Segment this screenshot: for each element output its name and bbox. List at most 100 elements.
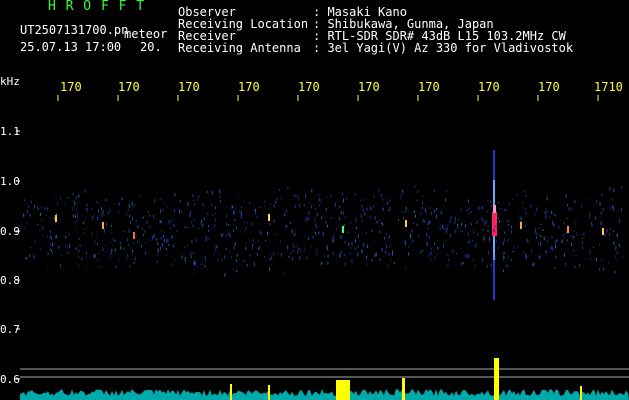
noise-dot xyxy=(365,232,367,234)
noise-dot xyxy=(576,233,578,237)
noise-dot xyxy=(195,239,197,242)
noise-dot xyxy=(330,228,332,230)
noise-dot xyxy=(405,239,407,243)
noise-dot xyxy=(312,236,314,239)
noise-dot xyxy=(320,199,322,203)
noise-dot xyxy=(616,251,618,255)
noise-dot xyxy=(446,227,448,230)
noise-dot xyxy=(226,206,227,208)
noise-dot xyxy=(254,208,256,213)
noise-dot xyxy=(490,264,492,267)
noise-dot xyxy=(493,229,495,233)
noise-dot xyxy=(191,240,193,243)
noise-dot xyxy=(398,219,399,221)
noise-dot xyxy=(110,225,112,227)
noise-dot xyxy=(562,234,564,238)
noise-dot xyxy=(556,239,558,243)
noise-dot xyxy=(174,209,175,212)
noise-dot xyxy=(445,198,446,201)
noise-dot xyxy=(483,237,485,241)
noise-dot xyxy=(308,217,310,220)
noise-dot xyxy=(128,228,130,231)
noise-dot xyxy=(390,260,392,262)
noise-dot xyxy=(259,246,261,249)
noise-dot xyxy=(131,217,133,221)
noise-dot xyxy=(589,230,591,232)
noise-dot xyxy=(525,211,527,215)
noise-dot xyxy=(131,258,133,261)
echo-mark xyxy=(342,226,344,233)
echo-mark xyxy=(55,215,57,222)
noise-dot xyxy=(174,258,176,262)
noise-dot xyxy=(77,215,79,219)
noise-dot xyxy=(450,216,452,220)
noise-dot xyxy=(316,226,318,229)
noise-dot xyxy=(23,213,25,217)
noise-dot xyxy=(430,252,432,256)
noise-dot xyxy=(254,266,256,268)
noise-dot xyxy=(295,245,297,248)
noise-dot xyxy=(316,213,318,216)
noise-dot xyxy=(335,228,337,231)
noise-dot xyxy=(75,215,76,218)
noise-dot xyxy=(510,259,512,262)
noise-dot xyxy=(42,226,44,229)
noise-dot xyxy=(423,220,425,223)
noise-dot xyxy=(75,225,77,228)
noise-dot xyxy=(127,207,129,212)
noise-dot xyxy=(575,221,577,225)
noise-dot xyxy=(164,238,166,243)
noise-dot xyxy=(468,240,470,242)
noise-dot xyxy=(205,235,207,240)
noise-dot xyxy=(72,214,74,218)
noise-dot xyxy=(464,224,466,228)
noise-dot xyxy=(197,214,199,216)
noise-dot xyxy=(156,260,158,263)
noise-dot xyxy=(497,245,499,250)
noise-dot xyxy=(334,202,336,207)
noise-dot xyxy=(109,254,111,259)
noise-dot xyxy=(131,201,133,206)
noise-dot xyxy=(129,214,131,218)
noise-dot xyxy=(187,226,189,229)
noise-dot xyxy=(295,195,297,198)
noise-dot xyxy=(344,216,346,219)
noise-dot xyxy=(339,205,341,208)
noise-dot xyxy=(294,233,296,236)
noise-dot xyxy=(256,215,258,219)
noise-dot xyxy=(46,235,48,238)
noise-dot xyxy=(563,253,565,257)
noise-dot xyxy=(552,220,553,224)
noise-dot xyxy=(192,194,194,198)
noise-dot xyxy=(346,197,348,200)
noise-dot xyxy=(544,211,546,215)
noise-dot xyxy=(47,268,49,270)
noise-dot xyxy=(349,221,351,225)
noise-dot xyxy=(240,216,242,219)
noise-dot xyxy=(487,199,489,203)
noise-dot xyxy=(388,209,390,211)
noise-dot xyxy=(154,198,156,203)
noise-dot xyxy=(244,230,246,234)
noise-dot xyxy=(246,242,247,245)
noise-dot xyxy=(525,225,527,228)
noise-dot xyxy=(170,220,172,222)
noise-dot xyxy=(603,267,604,271)
noise-dot xyxy=(612,206,614,211)
noise-dot xyxy=(467,232,469,236)
noise-dot xyxy=(248,202,250,205)
noise-dot xyxy=(255,212,257,215)
noise-dot xyxy=(71,206,73,211)
noise-dot xyxy=(199,227,200,229)
noise-dot xyxy=(542,229,544,231)
signal-peak xyxy=(336,380,350,400)
noise-dot xyxy=(362,252,364,254)
noise-dot xyxy=(327,261,329,265)
noise-dot xyxy=(173,220,175,222)
noise-dot xyxy=(450,233,451,238)
noise-dot xyxy=(147,210,149,213)
noise-dot xyxy=(402,189,404,193)
noise-dot xyxy=(133,261,135,264)
noise-dot xyxy=(386,244,388,249)
noise-dot xyxy=(414,185,416,188)
